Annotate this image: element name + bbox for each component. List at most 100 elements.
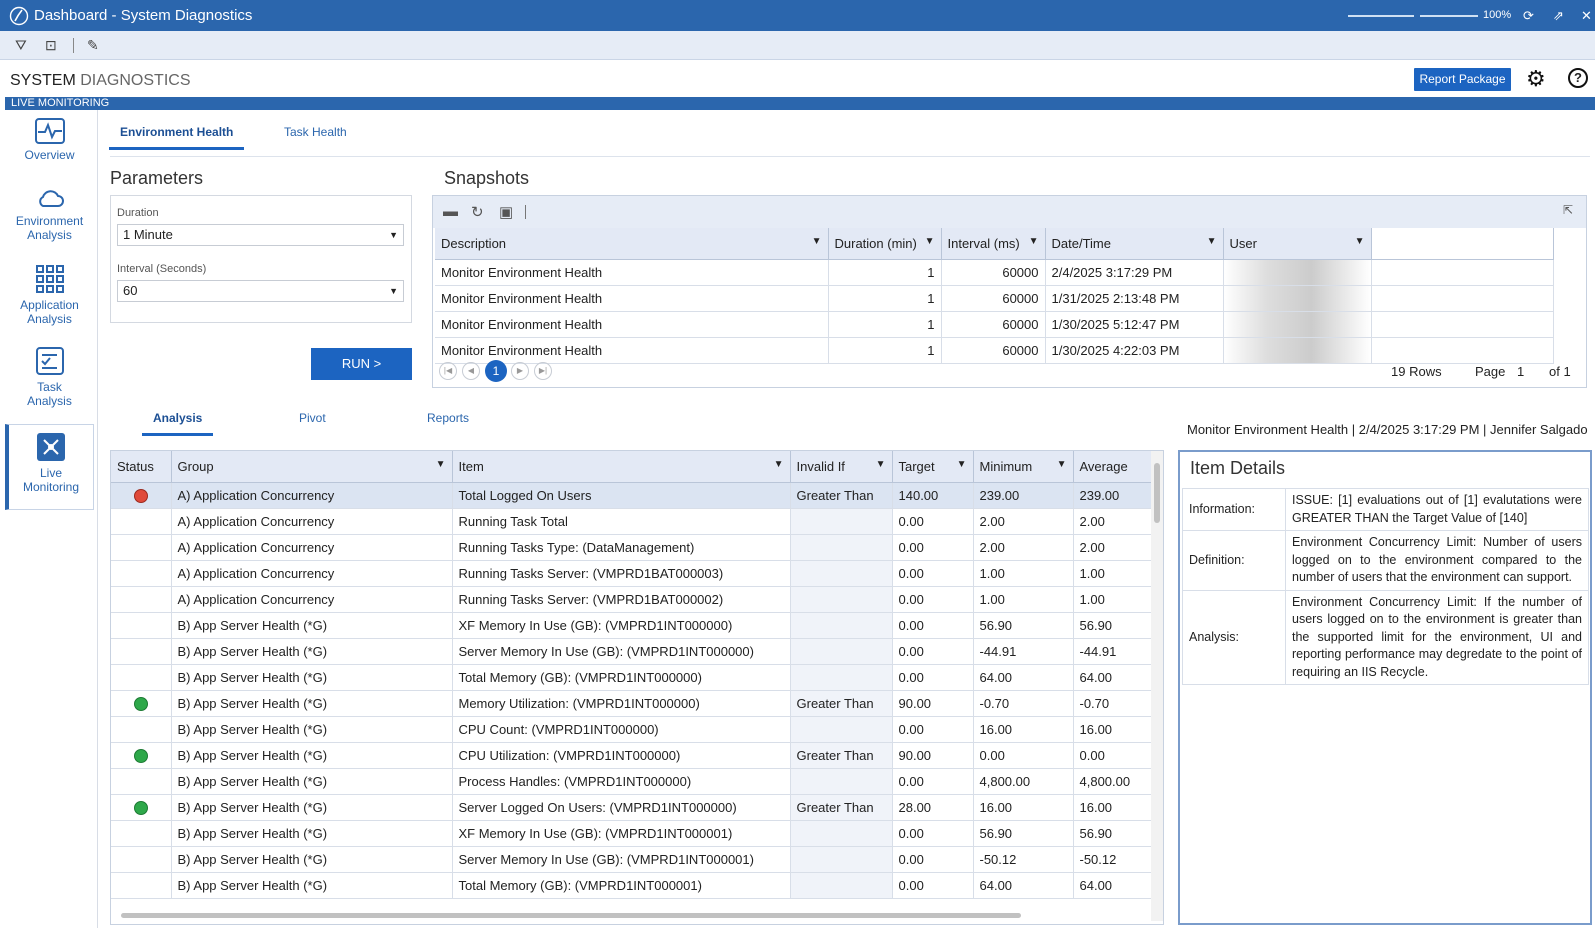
- table-row[interactable]: B) App Server Health (*G) Server Memory I…: [111, 846, 1154, 873]
- status-green-icon: [133, 748, 148, 763]
- col-datetime[interactable]: Date/Time ▼: [1045, 228, 1224, 260]
- expand-icon[interactable]: ⇱: [1563, 203, 1573, 217]
- analysis-tabs: Analysis Pivot Reports: [110, 403, 1140, 438]
- nav-live-monitoring[interactable]: Live Monitoring: [5, 424, 94, 510]
- filter-icon: ▼: [435, 459, 446, 470]
- table-row[interactable]: B) App Server Health (*G) Server Memory I…: [111, 638, 1154, 665]
- scroll-thumb[interactable]: [121, 913, 1021, 918]
- cell-status: [111, 742, 172, 769]
- table-row[interactable]: A) Application Concurrency Running Tasks …: [111, 586, 1154, 613]
- cell-status: [111, 872, 172, 899]
- table-row[interactable]: B) App Server Health (*G) Total Memory (G…: [111, 664, 1154, 691]
- edit-pencil-icon[interactable]: ✎: [87, 37, 99, 54]
- pager: |◀ ◀ 1 ▶ ▶| 19 Rows Page 1 of 1: [433, 357, 1586, 387]
- cell-group: B) App Server Health (*G): [171, 638, 453, 665]
- col-description[interactable]: Description ▼: [435, 228, 829, 260]
- user-redacted: [1223, 311, 1372, 338]
- nav-task-analysis[interactable]: Task Analysis: [5, 346, 94, 412]
- zoom-slider[interactable]: [1420, 15, 1478, 17]
- cell-min: 16.00: [973, 794, 1074, 821]
- col-group[interactable]: Group ▼: [171, 451, 453, 483]
- close-icon[interactable]: ✕: [1581, 8, 1592, 24]
- cell-group: A) Application Concurrency: [171, 586, 453, 613]
- cell-target: 90.00: [892, 742, 974, 769]
- table-row[interactable]: B) App Server Health (*G) XF Memory In Us…: [111, 612, 1154, 639]
- snapshots-grid: ▬ ↻ ▣ ⇱ Description ▼ Duration (min) ▼ Int…: [432, 195, 1587, 388]
- table-row[interactable]: Monitor Environment Health 1 60000 1/31/202…: [435, 285, 1554, 312]
- table-row[interactable]: B) App Server Health (*G) Total Memory (G…: [111, 872, 1154, 899]
- cell-group: B) App Server Health (*G): [171, 768, 453, 795]
- popout-icon[interactable]: ⇗: [1553, 8, 1564, 24]
- zoom-slider-track[interactable]: [1348, 15, 1414, 17]
- analysis-table: Status Group ▼ Item ▼ Invalid If ▼ Target ▼ …: [111, 451, 1154, 899]
- table-row[interactable]: A) Application Concurrency Total Logged O…: [111, 482, 1154, 509]
- cell-avg: 16.00: [1073, 794, 1154, 821]
- prev-page-icon[interactable]: ◀: [462, 362, 480, 380]
- table-row[interactable]: Monitor Environment Health 1 60000 1/30/202…: [435, 311, 1554, 338]
- cell-invalid: [790, 664, 893, 691]
- last-page-icon[interactable]: ▶|: [534, 362, 552, 380]
- tab-reports[interactable]: Reports: [427, 411, 469, 425]
- col-average[interactable]: Average: [1073, 451, 1154, 483]
- page-number[interactable]: 1: [1517, 364, 1524, 379]
- cell-status: [111, 794, 172, 821]
- nav-overview[interactable]: Overview: [5, 118, 94, 180]
- table-row[interactable]: B) App Server Health (*G) XF Memory In Us…: [111, 820, 1154, 847]
- table-row[interactable]: B) App Server Health (*G) Process Handles…: [111, 768, 1154, 795]
- overview-icon: [34, 118, 65, 144]
- filter-icon[interactable]: ⛛: [15, 37, 27, 54]
- save-icon[interactable]: ▣: [499, 203, 513, 221]
- col-interval[interactable]: Interval (ms) ▼: [941, 228, 1046, 260]
- col-user[interactable]: User ▼: [1223, 228, 1372, 260]
- col-item[interactable]: Item ▼: [452, 451, 791, 483]
- nav-application-analysis[interactable]: Application Analysis: [5, 264, 94, 330]
- cell-group: B) App Server Health (*G): [171, 846, 453, 873]
- report-package-button[interactable]: Report Package: [1414, 68, 1511, 91]
- col-target[interactable]: Target ▼: [892, 451, 974, 483]
- user-redacted: [1223, 285, 1372, 312]
- table-row[interactable]: B) App Server Health (*G) CPU Count: (VMP…: [111, 716, 1154, 743]
- filter-icon: ▼: [1028, 236, 1039, 247]
- nav-environment-analysis[interactable]: Environment Analysis: [5, 186, 94, 248]
- table-row[interactable]: Monitor Environment Health 1 60000 2/4/2025…: [435, 259, 1554, 286]
- vertical-scrollbar[interactable]: [1151, 451, 1163, 921]
- table-row[interactable]: B) App Server Health (*G) Memory Utilizat…: [111, 690, 1154, 717]
- cell-group: A) Application Concurrency: [171, 560, 453, 587]
- gear-icon[interactable]: ⚙: [1526, 66, 1546, 92]
- table-row[interactable]: A) Application Concurrency Running Tasks …: [111, 534, 1154, 561]
- refresh-icon[interactable]: ⟳: [1523, 8, 1534, 24]
- duration-value: 1 Minute: [123, 227, 173, 242]
- cell-item: Process Handles: (VMPRD1INT000000): [452, 768, 791, 795]
- minus-icon[interactable]: ▬: [443, 203, 458, 220]
- table-row[interactable]: A) Application Concurrency Running Tasks …: [111, 560, 1154, 587]
- cell-status: [111, 612, 172, 639]
- tab-environment-health[interactable]: Environment Health: [108, 125, 245, 150]
- run-button[interactable]: RUN >: [311, 348, 412, 380]
- help-icon[interactable]: ?: [1568, 68, 1588, 88]
- select-icon[interactable]: ⊡: [45, 37, 57, 54]
- tab-task-health[interactable]: Task Health: [284, 125, 347, 139]
- table-row[interactable]: B) App Server Health (*G) Server Logged O…: [111, 794, 1154, 821]
- current-page[interactable]: 1: [485, 360, 507, 382]
- col-duration[interactable]: Duration (min) ▼: [828, 228, 942, 260]
- col-minimum[interactable]: Minimum ▼: [973, 451, 1074, 483]
- interval-select[interactable]: 60 ▼: [117, 280, 404, 302]
- refresh-icon[interactable]: ↻: [471, 203, 484, 221]
- filter-icon: ▼: [924, 236, 935, 247]
- cell-status: [111, 586, 172, 613]
- first-page-icon[interactable]: |◀: [439, 362, 457, 380]
- cell-group: A) Application Concurrency: [171, 482, 453, 509]
- left-nav: Overview Environment Analysis Application…: [5, 110, 94, 928]
- table-row[interactable]: A) Application Concurrency Running Task T…: [111, 508, 1154, 535]
- tab-pivot[interactable]: Pivot: [299, 411, 326, 425]
- scroll-thumb[interactable]: [1154, 463, 1160, 523]
- col-invalid-if[interactable]: Invalid If ▼: [790, 451, 893, 483]
- horizontal-scrollbar[interactable]: [113, 910, 1149, 920]
- col-status[interactable]: Status: [111, 451, 172, 483]
- duration-select[interactable]: 1 Minute ▼: [117, 224, 404, 246]
- tab-analysis[interactable]: Analysis: [141, 411, 214, 436]
- cell-item: Total Memory (GB): (VMPRD1INT000000): [452, 664, 791, 691]
- next-page-icon[interactable]: ▶: [511, 362, 529, 380]
- table-row[interactable]: B) App Server Health (*G) CPU Utilization…: [111, 742, 1154, 769]
- cell-status: [111, 716, 172, 743]
